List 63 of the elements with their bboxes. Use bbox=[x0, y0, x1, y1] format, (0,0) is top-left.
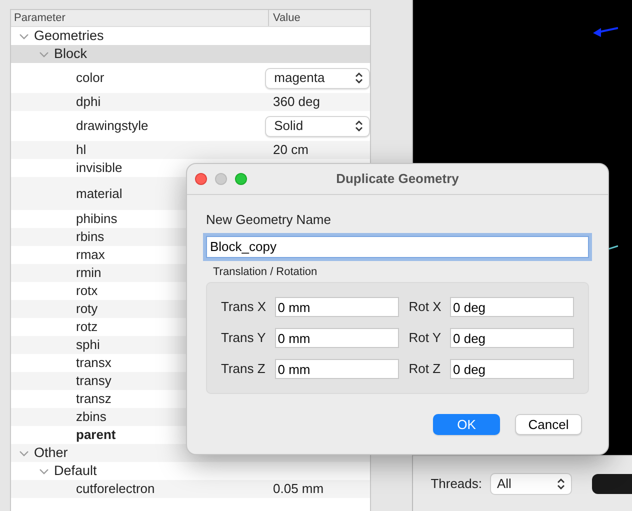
text-field[interactable]: 0 mm bbox=[274, 359, 399, 379]
parameter-name: drawingstyle bbox=[76, 117, 148, 136]
field-label: Rot X bbox=[408, 298, 442, 316]
text-field[interactable]: 0 deg bbox=[450, 297, 574, 317]
ok-button[interactable]: OK bbox=[433, 414, 500, 435]
group-title: Translation / Rotation bbox=[213, 266, 318, 278]
parameter-name: roty bbox=[76, 300, 98, 318]
field-label: Trans Y bbox=[221, 329, 267, 348]
parameter-value: 0.05 mm bbox=[272, 480, 324, 498]
tree-item[interactable]: Geometries bbox=[34, 26, 104, 46]
parameter-name: cutforelectron bbox=[76, 480, 155, 498]
updown-icon bbox=[355, 120, 364, 132]
chevron-down-icon[interactable] bbox=[19, 450, 29, 456]
parameter-name: zbins bbox=[76, 408, 106, 426]
field-label: Rot Z bbox=[408, 360, 442, 378]
updown-icon bbox=[355, 72, 364, 84]
parameter-name: rmax bbox=[76, 246, 105, 264]
text-field[interactable]: 0 deg bbox=[450, 359, 574, 379]
parameter-name: transy bbox=[76, 372, 112, 390]
text-field[interactable]: 0 mm bbox=[274, 297, 399, 317]
chevron-down-icon[interactable] bbox=[19, 32, 29, 40]
field-label: Rot Y bbox=[408, 329, 442, 348]
zoom-button[interactable] bbox=[235, 173, 247, 185]
field-label: Trans Z bbox=[221, 360, 266, 378]
field-label: Trans X bbox=[221, 298, 267, 316]
window-title: Duplicate Geometry bbox=[336, 170, 459, 188]
parameter-name: transx bbox=[76, 354, 112, 372]
parameter-name: parent bbox=[76, 426, 116, 444]
parameter-name: color bbox=[76, 69, 104, 88]
parameter-name: sphi bbox=[76, 336, 100, 354]
minimize-button[interactable] bbox=[215, 173, 227, 185]
parameter-name: rbins bbox=[76, 228, 104, 246]
parameter-name: rotz bbox=[76, 318, 98, 336]
parameter-name: transz bbox=[76, 390, 112, 408]
updown-icon bbox=[557, 478, 565, 490]
parameter-value: 20 cm bbox=[272, 141, 308, 160]
close-button[interactable] bbox=[195, 173, 207, 185]
tree-item[interactable]: Block bbox=[54, 44, 88, 64]
tree-item[interactable]: Other bbox=[34, 442, 68, 464]
name-field[interactable]: Block_copy bbox=[206, 236, 589, 258]
parameter-value: 360 deg bbox=[272, 93, 320, 112]
text-field[interactable]: 0 deg bbox=[450, 328, 574, 348]
chevron-down-icon[interactable] bbox=[39, 468, 49, 474]
field-label: New Geometry Name bbox=[206, 211, 332, 229]
parameter-name: hl bbox=[76, 141, 86, 160]
value-dropdown[interactable]: magenta bbox=[265, 68, 370, 88]
cancel-button[interactable]: Cancel bbox=[515, 414, 582, 435]
parameter-name: rotx bbox=[76, 282, 98, 300]
threads-label: Threads: bbox=[430, 474, 482, 493]
button[interactable] bbox=[592, 474, 632, 494]
text-field[interactable]: 0 mm bbox=[274, 328, 399, 348]
parameter-name: invisible bbox=[76, 159, 122, 178]
parameter-name: dphi bbox=[76, 93, 101, 112]
column-header[interactable]: Value bbox=[269, 10, 300, 26]
parameter-name: rmin bbox=[76, 264, 102, 282]
parameter-name: phibins bbox=[76, 210, 118, 228]
value-dropdown[interactable]: Solid bbox=[265, 116, 370, 136]
parameter-name: material bbox=[76, 184, 122, 203]
chevron-down-icon[interactable] bbox=[39, 50, 49, 58]
tree-item[interactable]: Default bbox=[54, 460, 97, 482]
column-header[interactable]: Parameter bbox=[11, 10, 269, 26]
axis-arrow bbox=[592, 27, 618, 37]
threads-dropdown[interactable]: All bbox=[490, 472, 572, 494]
